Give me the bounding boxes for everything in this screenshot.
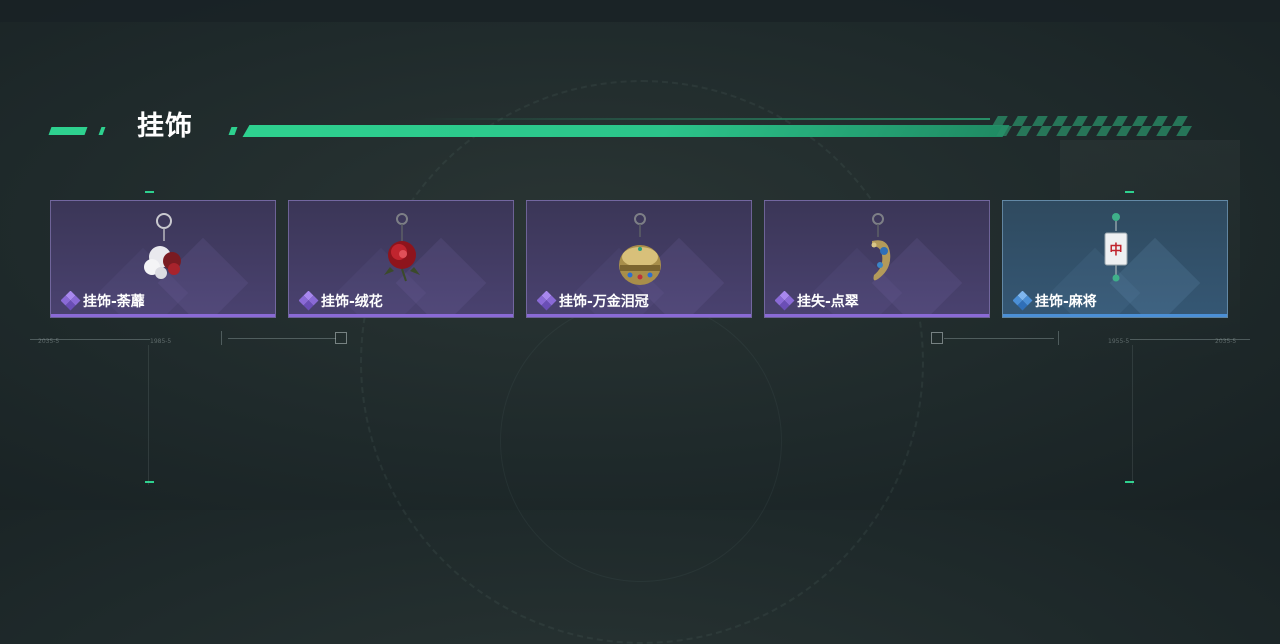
charm-label: 挂饰-荼蘼: [83, 294, 145, 310]
header-dash-small: [98, 127, 106, 135]
rarity-gem-icon: [299, 291, 319, 311]
mahjong-glyph: 中: [1109, 242, 1122, 258]
deco-line-right-2: [944, 338, 1054, 339]
charm-card-3[interactable]: 挂饰-万金泪冠: [526, 200, 752, 318]
header-dash-left: [48, 127, 88, 135]
mahjong-tile-charm-icon: 中: [1104, 213, 1128, 282]
rarity-gem-icon: [61, 291, 81, 311]
deco-tag: 1955-5: [1108, 338, 1130, 345]
header-accent-bar: [242, 125, 1010, 137]
rarity-underline: [51, 314, 275, 317]
kingfisher-hairpin-charm-icon: [871, 213, 891, 281]
section-title: 挂饰: [137, 111, 193, 142]
deco-vline-left: [148, 345, 149, 485]
rarity-underline: [527, 314, 751, 317]
deco-tag: 2035-5: [1215, 338, 1237, 345]
charm-label: 挂饰-麻将: [1035, 294, 1097, 310]
rarity-underline: [289, 314, 513, 317]
charm-card-2[interactable]: 挂饰-绒花: [288, 200, 514, 318]
deco-tick-right: [1058, 331, 1059, 345]
rarity-underline: [1003, 314, 1227, 317]
charm-card-4[interactable]: 挂失-点翠: [764, 200, 990, 318]
rarity-underline: [765, 314, 989, 317]
rarity-gem-icon: [1013, 291, 1033, 311]
white-flower-charm-icon: [144, 213, 181, 279]
jeweled-crown-charm-icon: [619, 213, 661, 285]
header-dash-pre-bar: [228, 127, 238, 135]
header-checker-pattern: [986, 116, 1208, 136]
top-strip: [0, 0, 1280, 22]
deco-line-left-2: [228, 338, 336, 339]
background-dial-inner: [500, 300, 782, 582]
corner-tick-top-right: [1125, 191, 1134, 193]
deco-tick-left: [221, 331, 222, 345]
charm-label: 挂饰-绒花: [321, 294, 383, 310]
red-rose-charm-icon: [384, 213, 420, 282]
rarity-gem-icon: [537, 291, 557, 311]
deco-vline-right: [1132, 345, 1133, 485]
deco-square-right: [931, 332, 943, 344]
corner-tick-top-left: [145, 191, 154, 193]
charm-label: 挂饰-万金泪冠: [559, 294, 649, 310]
deco-square-left: [335, 332, 347, 344]
deco-tag: 1985-5: [150, 338, 172, 345]
header-thin-line: [420, 118, 990, 120]
charm-label: 挂失-点翠: [797, 294, 859, 310]
deco-tag: 2035-5: [38, 338, 60, 345]
charm-card-5[interactable]: 中 挂饰-麻将: [1002, 200, 1228, 318]
charm-card-1[interactable]: 挂饰-荼蘼: [50, 200, 276, 318]
rarity-gem-icon: [775, 291, 795, 311]
corner-tick-bottom-left: [145, 481, 154, 483]
